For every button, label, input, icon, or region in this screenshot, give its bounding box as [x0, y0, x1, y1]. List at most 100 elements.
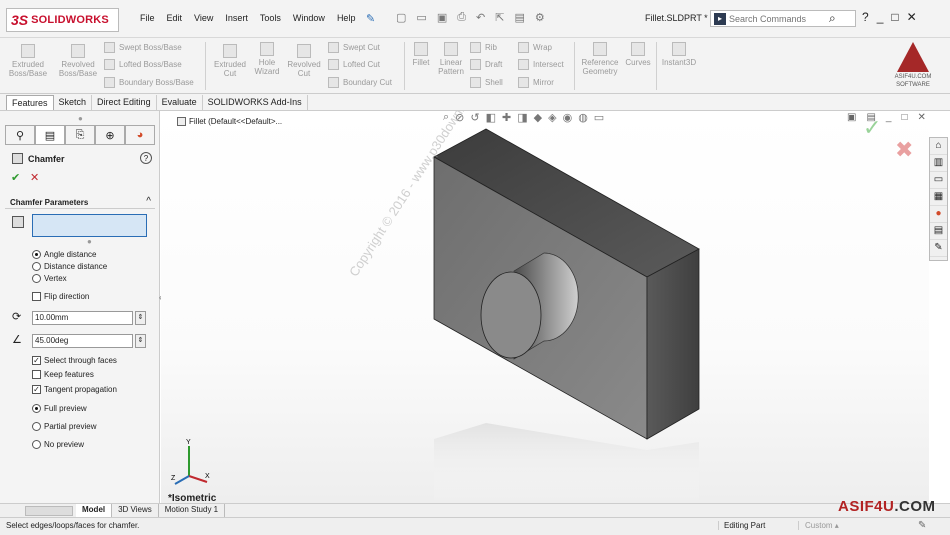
apply-scene-icon[interactable]: ◍: [578, 111, 588, 124]
swept-cut-button[interactable]: Swept Cut: [328, 42, 380, 53]
close-button[interactable]: ✕: [907, 10, 917, 24]
angle-distance-option[interactable]: Angle distance: [32, 250, 96, 259]
revolved-cut-button[interactable]: Revolved Cut: [284, 44, 324, 78]
tangent-propagation-checkbox[interactable]: ✓ Tangent propagation: [32, 385, 117, 394]
rebuild-icon[interactable]: ▤: [514, 11, 524, 24]
list-resize-grip-icon[interactable]: ●: [87, 237, 92, 246]
hide-show-icon[interactable]: ◈: [548, 111, 556, 124]
menu-window[interactable]: Window: [293, 13, 325, 23]
new-document-icon[interactable]: ▢: [396, 11, 406, 24]
feature-breadcrumb[interactable]: Fillet (Default<<Default>...: [177, 117, 282, 126]
pin-icon[interactable]: ✎: [366, 12, 375, 25]
menu-edit[interactable]: Edit: [167, 13, 183, 23]
wrap-button[interactable]: Wrap: [518, 42, 552, 53]
minimize-button[interactable]: _: [877, 10, 884, 24]
print-icon[interactable]: ⎙: [457, 11, 466, 24]
tab-scroll-control[interactable]: [25, 506, 73, 516]
property-manager-tab[interactable]: ▤: [35, 125, 65, 145]
angle-spinner[interactable]: ⇕: [135, 334, 146, 348]
chamfer-parameters-section[interactable]: Chamfer Parameters ^: [5, 195, 155, 209]
view-palette-icon[interactable]: ▦: [930, 189, 947, 206]
previous-view-icon[interactable]: ↺: [470, 111, 479, 124]
tab-features[interactable]: Features: [6, 95, 54, 110]
tab-sketch[interactable]: Sketch: [54, 95, 93, 110]
select-through-faces-checkbox[interactable]: ✓ Select through faces: [32, 356, 117, 365]
tab-addins[interactable]: SOLIDWORKS Add-Ins: [203, 95, 308, 110]
custom-properties-icon[interactable]: ▤: [930, 223, 947, 240]
view-orientation-icon[interactable]: ◨: [517, 111, 527, 124]
linear-pattern-button[interactable]: Linear Pattern: [436, 42, 466, 76]
home-icon[interactable]: ⌂: [930, 138, 947, 155]
forum-icon[interactable]: ✎: [930, 240, 947, 257]
curves-button[interactable]: Curves: [624, 42, 652, 67]
dynamic-annotation-icon[interactable]: ✚: [502, 111, 511, 124]
no-preview-option[interactable]: No preview: [32, 440, 84, 449]
section-view-icon[interactable]: ◧: [486, 111, 496, 124]
angle-input[interactable]: 45.00deg: [32, 334, 133, 348]
open-icon[interactable]: ▭: [416, 11, 426, 24]
help-icon[interactable]: ?: [140, 152, 152, 164]
file-explorer-icon[interactable]: ▭: [930, 172, 947, 189]
menu-file[interactable]: File: [140, 13, 155, 23]
tab-direct-editing[interactable]: Direct Editing: [92, 95, 157, 110]
distance-distance-option[interactable]: Distance distance: [32, 262, 107, 271]
distance-spinner[interactable]: ⇕: [135, 311, 146, 325]
viewport-split-icon[interactable]: ▣: [847, 112, 856, 123]
viewport-minimize-icon[interactable]: _: [886, 112, 892, 123]
solidworks-logo[interactable]: 3S SOLIDWORKS: [6, 8, 119, 32]
options-gear-icon[interactable]: ⚙: [535, 11, 545, 24]
search-input[interactable]: [729, 13, 825, 24]
lofted-boss-button[interactable]: Lofted Boss/Base: [104, 59, 182, 70]
ok-check-icon[interactable]: ✔: [11, 171, 20, 184]
tab-model[interactable]: Model: [76, 504, 113, 517]
maximize-button[interactable]: □: [891, 10, 898, 24]
shell-button[interactable]: Shell: [470, 77, 503, 88]
confirm-cancel-icon[interactable]: ✖: [895, 137, 913, 163]
reference-geometry-button[interactable]: Reference Geometry: [578, 42, 622, 76]
dimxpert-manager-tab[interactable]: ⊕: [95, 125, 125, 145]
display-style-icon[interactable]: ◆: [534, 111, 542, 124]
appearances-icon[interactable]: ●: [930, 206, 947, 223]
intersect-button[interactable]: Intersect: [518, 59, 564, 70]
edit-appearance-icon[interactable]: ◉: [563, 111, 573, 124]
boundary-cut-button[interactable]: Boundary Cut: [328, 77, 392, 88]
collapse-chevron-icon[interactable]: ^: [146, 196, 151, 207]
extruded-boss-button[interactable]: Extruded Boss/Base: [6, 44, 50, 78]
panel-grip-icon[interactable]: ●: [78, 114, 83, 123]
units-selector[interactable]: Custom ▴: [798, 521, 839, 530]
viewport-restore-icon[interactable]: □: [901, 112, 907, 123]
hole-wizard-button[interactable]: Hole Wizard: [250, 42, 284, 76]
instant3d-button[interactable]: Instant3D: [660, 42, 698, 67]
display-manager-tab[interactable]: ◕: [125, 125, 155, 145]
menu-insert[interactable]: Insert: [225, 13, 248, 23]
view-settings-icon[interactable]: ▭: [594, 111, 604, 124]
menu-view[interactable]: View: [194, 13, 213, 23]
partial-preview-option[interactable]: Partial preview: [32, 422, 96, 431]
tab-motion-study[interactable]: Motion Study 1: [159, 504, 226, 517]
search-type-icon[interactable]: ▸: [714, 12, 726, 25]
cancel-x-icon[interactable]: ✕: [30, 171, 39, 184]
graphics-area[interactable]: Fillet (Default<<Default>... ⌕ ⊘ ↺ ◧ ✚ ◨…: [161, 111, 929, 503]
keep-features-checkbox[interactable]: Keep features: [32, 370, 94, 379]
revolved-boss-button[interactable]: Revolved Boss/Base: [54, 44, 102, 78]
help-question-icon[interactable]: ?: [862, 10, 869, 24]
part-model[interactable]: [161, 111, 929, 503]
magnifier-icon[interactable]: ⌕: [829, 11, 836, 26]
boundary-boss-button[interactable]: Boundary Boss/Base: [104, 77, 194, 88]
search-commands-box[interactable]: ▸ ⌕: [710, 10, 856, 27]
select-icon[interactable]: ⇱: [495, 11, 504, 24]
vertex-option[interactable]: Vertex: [32, 274, 67, 283]
lofted-cut-button[interactable]: Lofted Cut: [328, 59, 380, 70]
fillet-button[interactable]: Fillet: [408, 42, 434, 67]
tab-3d-views[interactable]: 3D Views: [112, 504, 159, 517]
tab-evaluate[interactable]: Evaluate: [157, 95, 203, 110]
swept-boss-button[interactable]: Swept Boss/Base: [104, 42, 182, 53]
flip-direction-checkbox[interactable]: Flip direction: [32, 292, 89, 301]
save-icon[interactable]: ▣: [437, 11, 447, 24]
extruded-cut-button[interactable]: Extruded Cut: [209, 44, 251, 78]
rib-button[interactable]: Rib: [470, 42, 497, 53]
confirm-ok-icon[interactable]: ✓: [863, 115, 881, 141]
menu-help[interactable]: Help: [337, 13, 356, 23]
menu-tools[interactable]: Tools: [260, 13, 281, 23]
configuration-manager-tab[interactable]: ⎘: [65, 125, 95, 145]
